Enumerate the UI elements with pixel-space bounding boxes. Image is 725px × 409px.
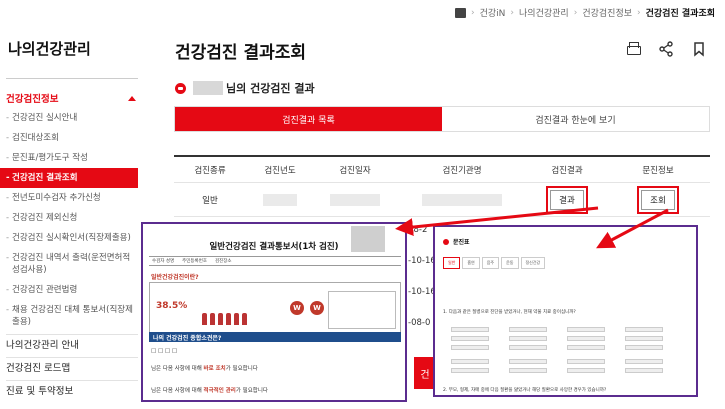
sidebar-item-active[interactable]: 건강검진 결과조회	[0, 168, 138, 188]
report-section-bar: 나의 건강검진 종합소견은?	[149, 332, 401, 342]
sidebar-item[interactable]: 문진표/평가도구 작성	[6, 148, 138, 168]
tab-result-list[interactable]: 검진결과 목록	[175, 107, 442, 131]
tab-general[interactable]: 일반	[443, 257, 461, 269]
report-finding: 님은 다음 사항에 대해 바로 조치가 필요합니다	[151, 366, 258, 372]
checkup-date	[314, 183, 396, 216]
checkup-type: 일반	[202, 195, 218, 206]
report-info-box: 38.5% W W	[149, 282, 401, 336]
page: › 건강iN › 나의건강관리 › 건강검진정보 › 건강검진 결과조회 나의건…	[0, 0, 725, 409]
result-heading-text: 님의 건강검진 결과	[226, 82, 315, 95]
breadcrumb-item[interactable]: 건강iN	[480, 6, 506, 19]
question-1: 1. 다음과 같은 질병으로 진단을 받았거나, 현재 약물 치료 중이십니까?	[443, 310, 576, 315]
inquiry-cell: 조회	[606, 183, 710, 216]
sidebar-menu: 건강검진 실시안내 검진대상조회 문진표/평가도구 작성 건강검진 결과조회 전…	[0, 108, 138, 332]
column-header: 문진정보	[642, 165, 674, 176]
sidebar: 나의건강관리 건강검진정보 건강검진 실시안내 검진대상조회 문진표/평가도구 …	[0, 0, 140, 409]
column-header: 검진결과	[551, 165, 583, 176]
print-icon[interactable]	[625, 41, 641, 57]
result-cell: 결과	[528, 183, 606, 216]
report-note-box	[328, 291, 396, 329]
chevron-up-icon	[128, 95, 136, 101]
bullet-icon	[443, 238, 449, 245]
column-header: 검진기관명	[442, 165, 482, 176]
result-table: 검진종류 검진년도 검진일자 검진기관명 검진결과 문진정보 일반 결과 조회	[174, 155, 710, 217]
sidebar-link[interactable]: 건강검진 로드맵	[6, 357, 138, 380]
tab-smoking[interactable]: 흡연	[462, 257, 480, 269]
report-title: 일반건강검진 결과통보서(1차 검진)	[209, 242, 339, 252]
sidebar-item[interactable]: 건강검진 실시확인서(직장제출용)	[6, 228, 138, 248]
share-icon[interactable]	[658, 41, 674, 57]
sidebar-title: 나의건강관리	[8, 40, 91, 58]
report-finding: 님은 다음 사항에 대해 적극적인 관리가 필요합니다	[151, 388, 268, 394]
sidebar-section-health-checkup[interactable]: 건강검진정보	[6, 91, 138, 105]
tab-mental[interactable]: 정신건강	[520, 257, 546, 269]
blurred-user-name	[193, 81, 223, 95]
questionnaire-header: 문진표	[443, 237, 470, 246]
sidebar-item[interactable]: 건강검진 관련법령	[6, 280, 138, 300]
sidebar-link[interactable]: 나의건강관리 안내	[6, 334, 138, 357]
question-2: 2. 부모, 형제, 자매 중에 다음 질환을 앓았거나 해당 질환으로 사망한…	[443, 388, 607, 393]
bookmark-icon[interactable]	[691, 41, 707, 57]
sidebar-item[interactable]: 건강검진 내역서 출력(운전면허적성검사용)	[6, 248, 138, 280]
column-header: 검진일자	[339, 165, 371, 176]
page-title: 건강검진 결과조회	[175, 43, 307, 63]
breadcrumb: › 건강iN › 나의건강관리 › 건강검진정보 › 건강검진 결과조회	[455, 6, 715, 19]
report-question: 일반건강검진이란?	[151, 274, 199, 281]
date-fragment: -10-16	[408, 287, 436, 297]
divider	[6, 78, 138, 79]
inquiry-button[interactable]: 조회	[637, 185, 679, 214]
sidebar-section-label: 건강검진정보	[6, 94, 59, 105]
sidebar-item[interactable]: 검진대상조회	[6, 128, 138, 148]
heading-bullet-icon	[175, 82, 186, 94]
breadcrumb-item[interactable]: 나의건강관리	[519, 6, 569, 19]
column-header: 검진종류	[194, 165, 226, 176]
tab-drinking[interactable]: 음주	[481, 257, 500, 269]
breadcrumb-current: 건강검진 결과조회	[645, 9, 715, 19]
sidebar-item[interactable]: 건강검진 제외신청	[6, 208, 138, 228]
sidebar-item[interactable]: 건강검진 실시안내	[6, 108, 138, 128]
result-button[interactable]: 결과	[546, 185, 588, 214]
date-fragment: -10-16	[408, 256, 436, 266]
result-heading: 님의 건강검진 결과	[175, 80, 315, 96]
date-fragment: -08-2	[405, 225, 428, 235]
checkup-year	[246, 183, 314, 216]
sidebar-link[interactable]: 진료 및 투약정보	[6, 380, 138, 403]
tab-exercise[interactable]: 운동	[501, 257, 519, 269]
report-info-row: 수검자 성명 주민등록번호 검진장소	[149, 256, 401, 266]
questionnaire-tabs: 일반 흡연 음주 운동 정신건강	[443, 257, 546, 269]
date-fragment: -08-0	[408, 318, 431, 328]
tab-result-overview[interactable]: 검진결과 한눈에 보기	[442, 107, 709, 131]
result-report-preview: 일반건강검진 결과통보서(1차 검진) 수검자 성명 주민등록번호 검진장소 일…	[141, 222, 407, 402]
report-line: □ □ □ □	[151, 348, 178, 354]
questionnaire-preview: 문진표 일반 흡연 음주 운동 정신건강 1. 다음과 같은 질병으로 진단을 …	[433, 225, 698, 397]
column-header: 검진년도	[264, 165, 296, 176]
home-icon[interactable]	[455, 7, 467, 18]
checkup-institution	[396, 183, 528, 216]
answer-options	[451, 327, 683, 350]
table-row: 일반 결과 조회	[174, 183, 710, 217]
sidebar-item[interactable]: 채용 건강검진 대체 통보서(직장제출용)	[6, 300, 138, 332]
people-icon	[202, 313, 247, 325]
report-stat: 38.5%	[156, 301, 188, 311]
answer-options	[451, 359, 683, 373]
breadcrumb-item[interactable]: 건강검진정보	[582, 6, 632, 19]
badge-icons: W W	[290, 301, 324, 315]
result-tabs: 검진결과 목록 검진결과 한눈에 보기	[174, 106, 710, 132]
toolbar	[625, 41, 707, 57]
sidebar-bottom-links: 나의건강관리 안내 건강검진 로드맵 진료 및 투약정보	[6, 334, 138, 403]
table-header: 검진종류 검진년도 검진일자 검진기관명 검진결과 문진정보	[174, 157, 710, 183]
sidebar-item[interactable]: 전년도미수검자 추가신청	[6, 188, 138, 208]
